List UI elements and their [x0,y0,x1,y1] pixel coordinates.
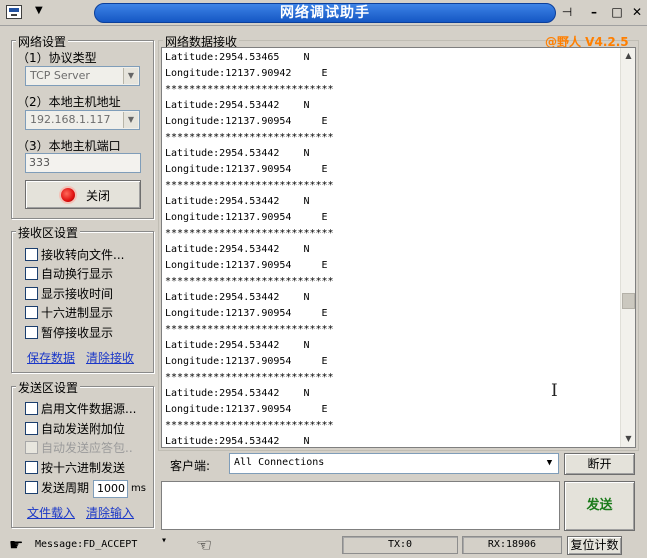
client-select[interactable]: All Connections ▼ [229,453,559,474]
close-connection-button[interactable]: 关闭 [25,180,141,209]
client-selected: All Connections [234,457,325,468]
hex-send-label: 按十六进制发送 [41,461,126,475]
protocol-label: （1）协议类型 [17,51,97,65]
minimize-button[interactable]: – [585,4,603,20]
pause-receive-checkbox[interactable] [25,326,38,339]
send-period-input[interactable]: 1000 [93,480,128,498]
receive-line: **************************** [165,132,334,143]
clear-input-link[interactable]: 清除输入 [86,504,134,521]
status-message: Message:FD_ACCEPT [35,539,138,550]
maximize-button[interactable]: □ [608,4,626,20]
auto-reply-label: 自动发送应答包.. [41,441,133,455]
pointing-hand-icon: ☛ [9,535,24,554]
host-value: 192.168.1.117 [30,113,111,126]
status-arrow-icon: ▾ [161,535,168,546]
auto-append-label: 自动发送附加位 [41,422,126,436]
send-period-label: 发送周期 [41,481,90,495]
receive-line: Latitude:2954.53465 N [165,52,310,63]
receive-line: Latitude:2954.53442 N [165,148,310,159]
receive-line: Latitude:2954.53442 N [165,196,310,207]
receive-line: Latitude:2954.53442 N [165,340,310,351]
client-label: 客户端: [170,459,211,473]
status-bar: ☛ Message:FD_ACCEPT ▾ ☜ TX:0 RX:18906 复位… [0,534,647,558]
receive-line: Longitude:12137.90954 E [165,356,328,367]
pause-receive-label: 暂停接收显示 [41,326,114,340]
scroll-down-icon[interactable]: ▼ [621,431,635,446]
receive-line: **************************** [165,372,334,383]
close-connection-label: 关闭 [86,189,111,203]
receive-lines: Latitude:2954.53465 N Longitude:12137.909… [165,50,334,447]
auto-wrap-label: 自动换行显示 [41,267,114,281]
app-icon[interactable] [6,5,22,19]
scroll-up-icon[interactable]: ▲ [621,48,635,63]
host-select[interactable]: 192.168.1.117 ▼ [25,110,140,130]
pin-icon[interactable]: ⊣ [558,4,576,20]
text-cursor-icon: I [551,381,558,401]
show-receive-time-checkbox[interactable] [25,287,38,300]
disconnect-button[interactable]: 断开 [564,453,635,475]
receive-scrollbar[interactable]: ▲ ▼ [620,48,635,447]
send-settings-title: 发送区设置 [16,379,81,396]
clear-receive-link[interactable]: 清除接收 [86,349,134,366]
receive-line: **************************** [165,84,334,95]
receive-line: Longitude:12137.90954 E [165,212,328,223]
port-label: （3）本地主机端口 [17,139,121,153]
receive-line: Latitude:2954.53442 N [165,388,310,399]
record-indicator-icon [61,188,75,202]
window-title: 网络调试助手 [94,3,556,23]
send-textarea[interactable] [161,481,560,530]
chevron-down-icon[interactable]: ▼ [542,455,557,471]
receive-line: Longitude:12137.90954 E [165,164,328,175]
receive-line: Longitude:12137.90954 E [165,308,328,319]
scroll-thumb[interactable] [622,293,635,309]
send-period-checkbox[interactable] [25,481,38,494]
auto-reply-checkbox [25,441,38,454]
tx-counter: TX:0 [342,536,458,554]
hex-send-checkbox[interactable] [25,461,38,474]
port-field[interactable]: 333 [25,153,141,173]
title-bar: ▼ 网络调试助手 ⊣ – □ ✕ [0,0,647,26]
load-file-link[interactable]: 文件载入 [27,504,75,521]
save-data-link[interactable]: 保存数据 [27,349,75,366]
receive-to-file-checkbox[interactable] [25,248,38,261]
network-settings-title: 网络设置 [16,33,69,50]
receive-line: Longitude:12137.90954 E [165,260,328,271]
close-window-button[interactable]: ✕ [628,4,646,20]
receive-to-file-label: 接收转向文件... [41,248,125,262]
protocol-value: TCP Server [30,69,90,82]
file-source-label: 启用文件数据源... [41,402,137,416]
send-button[interactable]: 发送 [564,481,635,531]
receive-line: Latitude:2954.53442 N [165,100,310,111]
receive-line: **************************** [165,420,334,431]
reset-count-button[interactable]: 复位计数 [567,536,622,555]
rx-counter: RX:18906 [462,536,562,554]
file-source-checkbox[interactable] [25,402,38,415]
receive-textarea[interactable]: Latitude:2954.53465 N Longitude:12137.909… [161,47,636,448]
auto-wrap-checkbox[interactable] [25,267,38,280]
hand-icon: ☜ [196,535,213,556]
receive-line: **************************** [165,324,334,335]
hex-display-label: 十六进制显示 [41,306,114,320]
protocol-select[interactable]: TCP Server ▼ [25,66,140,86]
receive-line: Latitude:2954.53442 N [165,244,310,255]
receive-line: Longitude:12137.90954 E [165,116,328,127]
send-period-unit: ms [131,483,146,494]
receive-line: **************************** [165,276,334,287]
receive-line: Latitude:2954.53442 N [165,436,310,447]
receive-settings-title: 接收区设置 [16,224,81,241]
chevron-down-icon[interactable]: ▼ [123,112,138,128]
receive-line: Latitude:2954.53442 N [165,292,310,303]
receive-line: **************************** [165,180,334,191]
system-menu-arrow-icon[interactable]: ▼ [35,5,43,16]
hex-display-checkbox[interactable] [25,306,38,319]
host-label: （2）本地主机地址 [17,95,121,109]
chevron-down-icon[interactable]: ▼ [123,68,138,84]
auto-append-checkbox[interactable] [25,422,38,435]
receive-line: Longitude:12137.90942 E [165,68,328,79]
show-receive-time-label: 显示接收时间 [41,287,114,301]
receive-line: Longitude:12137.90954 E [165,404,328,415]
receive-line: **************************** [165,228,334,239]
